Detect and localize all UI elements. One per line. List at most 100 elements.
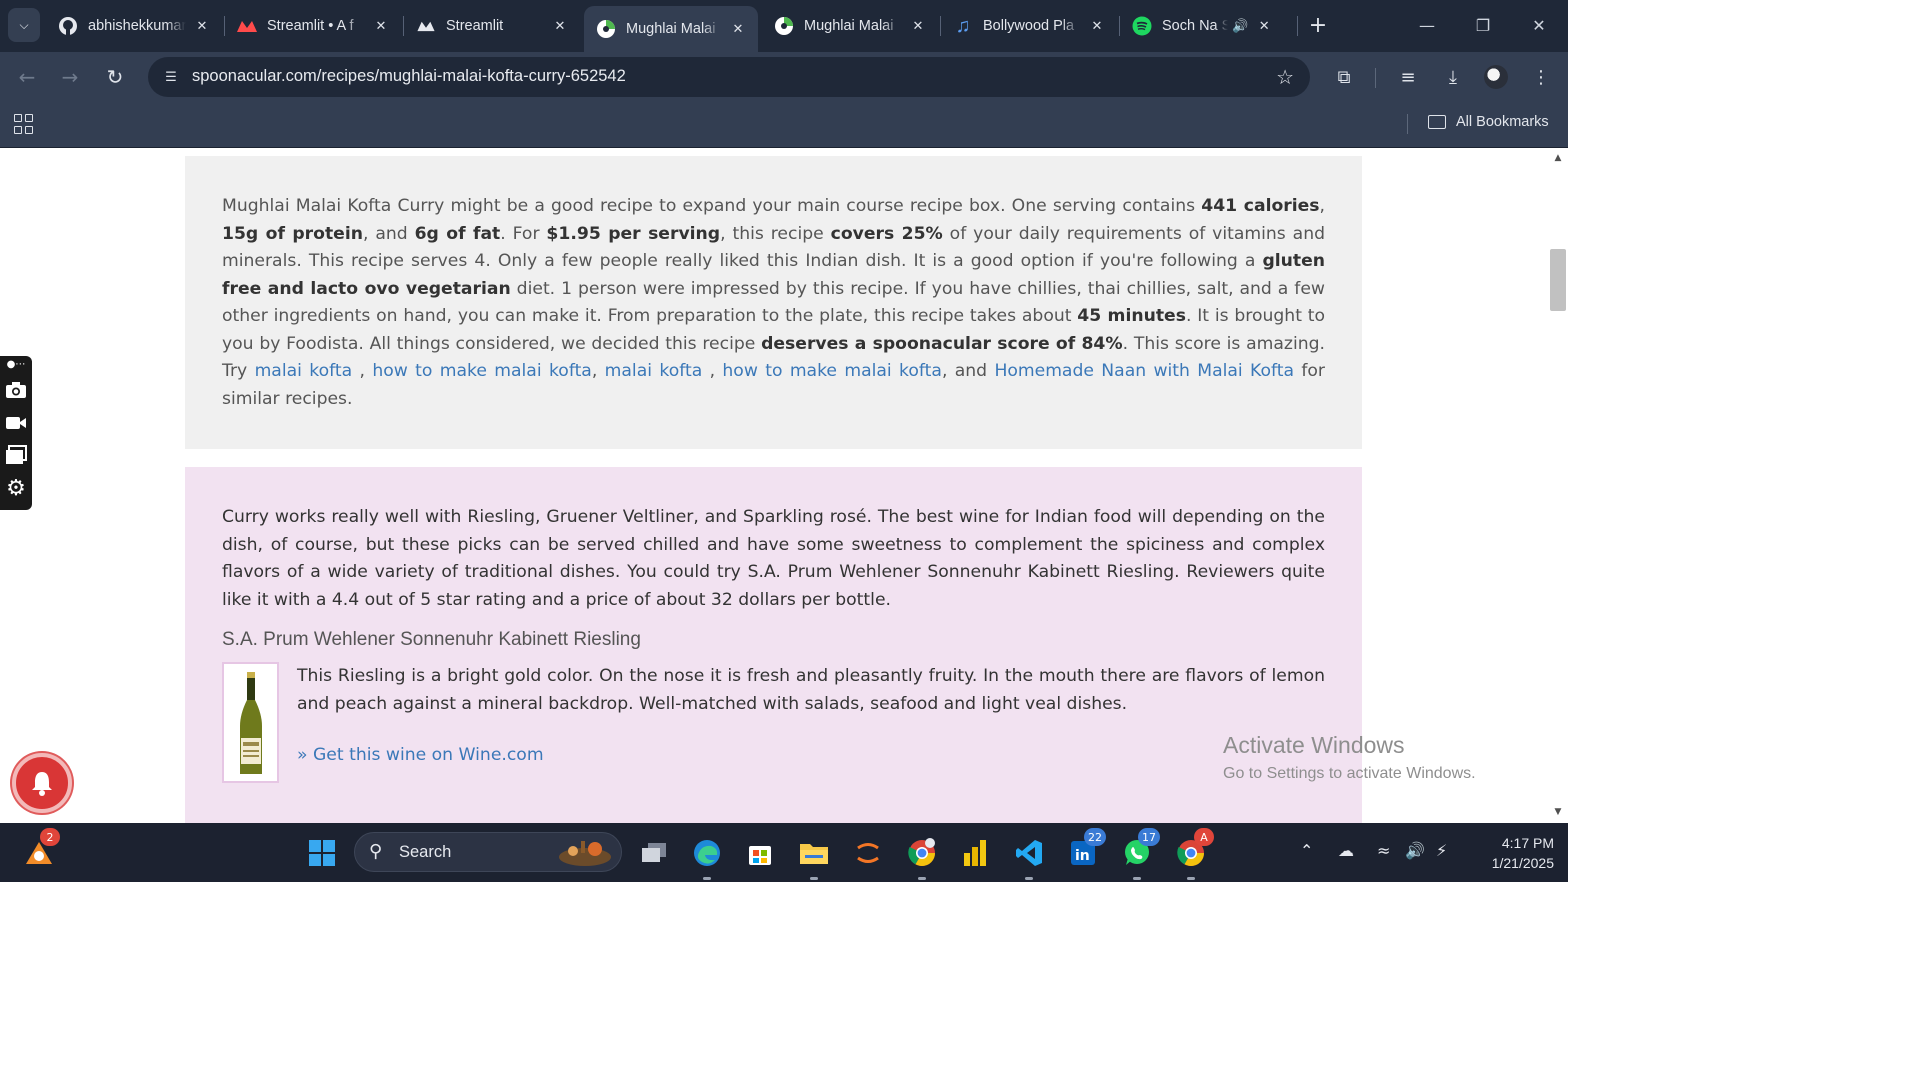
close-icon[interactable]: ✕ — [1254, 16, 1274, 36]
tab-title: Streamlit • A f — [267, 18, 354, 34]
wifi-icon[interactable]: ≈ — [1377, 841, 1390, 860]
taskbar-vscode[interactable] — [1010, 834, 1048, 880]
notification-bell-button[interactable] — [12, 753, 72, 813]
summary-text-part: , — [359, 361, 373, 381]
taskbar-chrome[interactable] — [903, 834, 941, 880]
similar-recipe-link[interactable]: Homemade Naan with Malai Kofta — [994, 361, 1294, 381]
gear-icon[interactable]: ⚙ — [4, 476, 28, 501]
system-clock[interactable]: 4:17 PM 1/21/2025 — [1470, 833, 1554, 873]
close-icon[interactable]: ✕ — [371, 16, 391, 36]
summary-text-part: , — [1319, 196, 1325, 216]
start-button[interactable] — [303, 834, 341, 872]
speaker-icon[interactable]: 🔊 — [1232, 18, 1248, 34]
close-icon[interactable]: ✕ — [550, 16, 570, 36]
apps-grid-icon[interactable] — [14, 114, 34, 134]
more-options-icon[interactable]: ●⋯ — [4, 356, 28, 372]
wine-description: This Riesling is a bright gold color. On… — [297, 666, 1325, 714]
wine-pairing-intro: Curry works really well with Riesling, G… — [222, 507, 1325, 610]
media-control-button[interactable]: ≡ — [1391, 60, 1425, 94]
close-icon[interactable]: ✕ — [728, 19, 748, 39]
close-icon: ✕ — [1532, 15, 1546, 35]
taskbar-whatsapp[interactable]: 17 — [1118, 828, 1160, 880]
similar-recipe-link[interactable]: how to make malai kofta — [722, 361, 942, 381]
screen-capture-toolbar: ●⋯ ⚙ — [0, 356, 32, 510]
onedrive-icon[interactable]: ☁ — [1338, 841, 1354, 860]
taskbar-notify-app[interactable]: 2 — [20, 828, 60, 872]
video-camera-icon[interactable] — [4, 411, 28, 435]
streamlit-icon — [237, 16, 257, 36]
all-bookmarks-button[interactable]: All Bookmarks — [1428, 114, 1549, 130]
running-indicator — [1133, 877, 1141, 880]
bookmark-star-icon[interactable]: ☆ — [1276, 65, 1294, 89]
taskbar-file-explorer[interactable] — [795, 834, 833, 880]
taskbar-jupyter[interactable] — [849, 834, 887, 872]
tab-bollywood[interactable]: ♫ Bollywood Pla ✕ — [941, 6, 1117, 46]
chevron-down-icon: ⌵ — [19, 17, 29, 32]
back-button[interactable]: ← — [10, 60, 44, 94]
scrollbar-thumb[interactable] — [1550, 249, 1566, 311]
minimize-button[interactable]: — — [1399, 8, 1455, 42]
reload-button[interactable]: ↻ — [98, 60, 132, 94]
tab-title: Bollywood Pla — [983, 18, 1075, 34]
prep-time: 45 minutes — [1077, 306, 1186, 326]
taskbar-edge[interactable] — [688, 834, 726, 880]
summary-text-part: , and — [362, 223, 415, 244]
toolbar-divider — [1375, 68, 1376, 88]
forward-button[interactable]: → — [53, 60, 87, 94]
taskbar-search[interactable]: ⚲ Search — [354, 832, 622, 872]
extensions-button[interactable]: ⧉ — [1327, 60, 1361, 94]
arrow-left-icon: ← — [18, 65, 36, 89]
tab-title: Streamlit — [446, 18, 504, 34]
tab-mughlai-2[interactable]: Mughlai Malai ✕ — [762, 6, 938, 46]
camera-icon[interactable] — [4, 378, 28, 402]
similar-recipe-link[interactable]: malai kofta — [605, 361, 710, 381]
taskbar-linkedin[interactable]: in 22 — [1064, 828, 1106, 872]
tab-search-button[interactable]: ⌵ — [8, 8, 40, 42]
tab-streamlit-1[interactable]: Streamlit • A f ✕ — [225, 6, 401, 46]
tab-mughlai-active[interactable]: Mughlai Malai ✕ — [584, 6, 758, 52]
new-tab-button[interactable]: + — [1305, 12, 1331, 38]
watermark-title: Activate Windows — [1223, 732, 1405, 758]
running-indicator — [1187, 877, 1195, 880]
jupyter-icon — [857, 843, 879, 863]
similar-recipe-link[interactable]: how to make malai kofta — [372, 361, 592, 381]
profile-avatar[interactable] — [1484, 65, 1508, 89]
downloads-button[interactable]: ⤓ — [1436, 60, 1470, 94]
taskbar-chrome-profile[interactable]: A — [1172, 828, 1214, 880]
get-wine-link[interactable]: » Get this wine on Wine.com — [297, 745, 544, 765]
scroll-down-icon[interactable]: ▼ — [1552, 807, 1564, 819]
wine-name: S.A. Prum Wehlener Sonnenuhr Kabinett Ri… — [222, 629, 641, 650]
summary-text-part: . For — [500, 223, 547, 244]
restore-button[interactable]: ❐ — [1455, 8, 1511, 42]
url-text[interactable]: spoonacular.com/recipes/mughlai-malai-ko… — [192, 67, 626, 86]
task-view-button[interactable] — [635, 834, 673, 872]
site-info-icon[interactable]: ☰ — [160, 66, 182, 88]
close-window-button[interactable]: ✕ — [1511, 8, 1567, 42]
windows-taskbar: 2 ⚲ Search in 22 17 A ⌃ ☁ ≈ 🔊 ⚡ 4:17 PM … — [0, 823, 1568, 882]
summary-text-part: , and — [941, 361, 995, 381]
similar-recipe-link[interactable]: malai kofta — [255, 361, 360, 381]
tab-title: Mughlai Malai — [804, 18, 894, 34]
battery-icon[interactable]: ⚡ — [1436, 841, 1447, 860]
fat-value: 6g of fat — [414, 223, 501, 244]
page-scrollbar[interactable]: ▲ ▼ — [1548, 149, 1568, 823]
address-bar[interactable]: ☰ spoonacular.com/recipes/mughlai-malai-… — [148, 57, 1310, 97]
tray-overflow-icon[interactable]: ⌃ — [1300, 841, 1313, 860]
window-capture-icon[interactable] — [4, 443, 28, 467]
close-icon[interactable]: ✕ — [192, 16, 212, 36]
edge-icon — [694, 840, 720, 866]
close-icon[interactable]: ✕ — [1087, 16, 1107, 36]
tab-spotify[interactable]: Soch Na S 🔊 ✕ — [1120, 6, 1295, 46]
scroll-up-icon[interactable]: ▲ — [1552, 153, 1564, 165]
task-view-icon — [642, 843, 666, 862]
tab-github[interactable]: abhishekkumar ✕ — [46, 6, 222, 46]
browser-menu-button[interactable]: ⋮ — [1524, 60, 1558, 94]
wine-bottle-image[interactable] — [222, 662, 279, 783]
taskbar-store[interactable] — [741, 834, 779, 872]
spoonacular-icon — [774, 16, 794, 36]
volume-icon[interactable]: 🔊 — [1405, 841, 1425, 860]
taskbar-powerbi[interactable] — [956, 834, 994, 872]
tab-streamlit-2[interactable]: Streamlit ✕ — [404, 6, 580, 46]
close-icon[interactable]: ✕ — [908, 16, 928, 36]
running-indicator — [1025, 877, 1033, 880]
